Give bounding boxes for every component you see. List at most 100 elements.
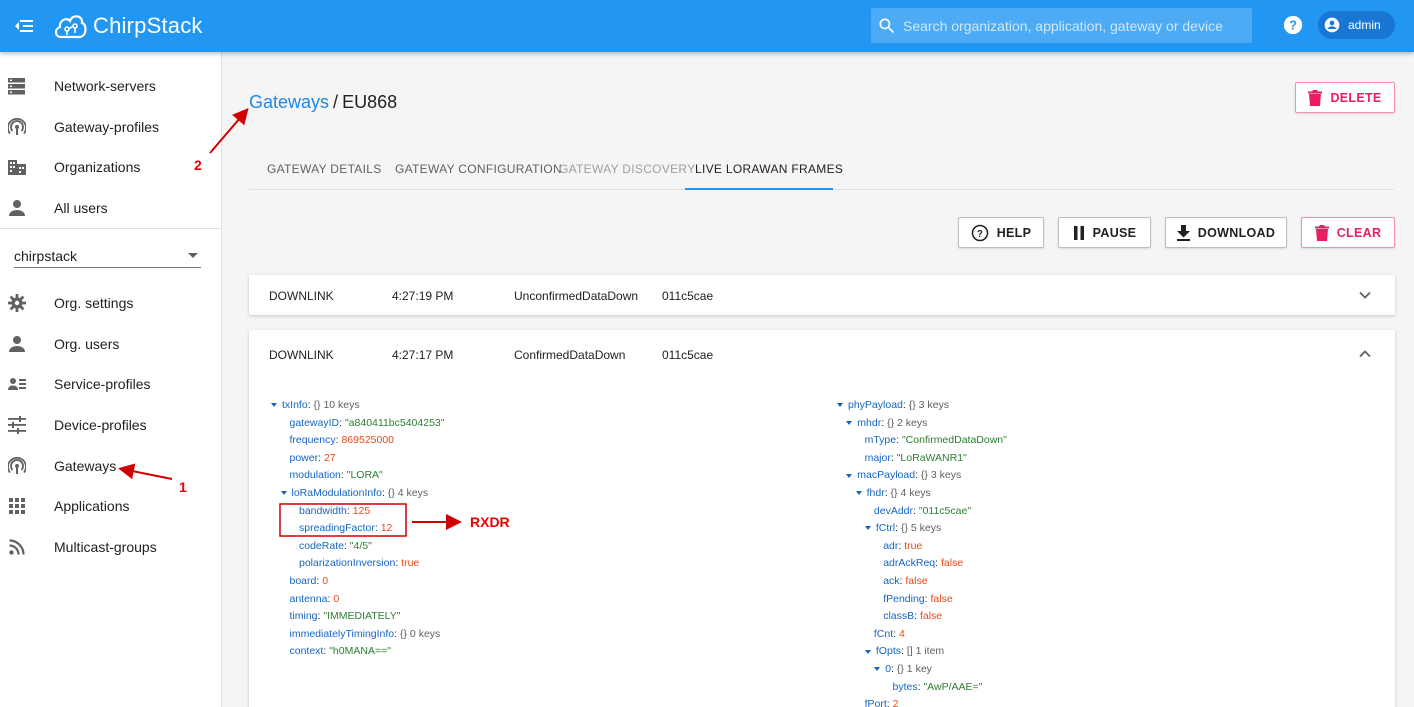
expand-triangle-icon[interactable] bbox=[837, 403, 843, 408]
sidebar-item-gateway-profiles[interactable]: Gateway-profiles bbox=[0, 107, 221, 147]
tab-gateway-details[interactable]: GATEWAY DETAILS bbox=[267, 162, 382, 176]
json-node[interactable]: txInfo: {} 10 keys bbox=[271, 397, 360, 415]
chevron-up-icon[interactable] bbox=[1359, 348, 1371, 360]
sidebar-item-org-users[interactable]: Org. users bbox=[0, 324, 221, 364]
sidebar-item-all-users[interactable]: All users bbox=[0, 188, 221, 228]
help-button[interactable]: ? HELP bbox=[958, 217, 1044, 248]
json-node[interactable]: fhdr: {} 4 keys bbox=[855, 485, 931, 503]
json-key: bytes bbox=[892, 680, 918, 693]
expand-triangle-icon[interactable] bbox=[855, 491, 862, 496]
json-node[interactable]: fCtrl: {} 5 keys bbox=[864, 520, 942, 538]
json-key: fPort bbox=[864, 698, 887, 707]
frame-type: UnconfirmedDataDown bbox=[514, 289, 639, 303]
json-node[interactable]: fOpts: [] 1 item bbox=[864, 643, 944, 661]
search-input[interactable] bbox=[903, 17, 1243, 34]
download-button-label: DOWNLOAD bbox=[1197, 225, 1276, 240]
frame-row[interactable]: DOWNLINK 4:27:19 PM UnconfirmedDataDown … bbox=[249, 275, 1395, 315]
json-key: spreadingFactor bbox=[299, 522, 375, 535]
json-value: "IMMEDIATELY" bbox=[323, 610, 401, 623]
sidebar-item-label: Gateway-profiles bbox=[54, 119, 160, 135]
json-key: macPayload bbox=[857, 469, 916, 482]
sidebar-item-network-servers[interactable]: Network-servers bbox=[0, 66, 221, 106]
json-key: fhdr bbox=[866, 487, 885, 499]
download-icon bbox=[1176, 224, 1190, 241]
delete-button[interactable]: DELETE bbox=[1295, 82, 1395, 113]
json-key: bandwidth bbox=[299, 504, 347, 517]
json-key: fPending bbox=[883, 592, 925, 605]
json-node: power: 27 bbox=[289, 451, 336, 464]
json-value: 12 bbox=[380, 522, 393, 535]
svg-text:?: ? bbox=[1289, 18, 1297, 33]
json-node: bandwidth: 125 bbox=[299, 504, 371, 517]
frame-row-header[interactable]: DOWNLINK 4:27:19 PM UnconfirmedDataDown … bbox=[249, 275, 1395, 315]
frame-devaddr: 011c5cae bbox=[662, 289, 714, 303]
json-value: "ConfirmedDataDown" bbox=[901, 434, 1007, 447]
expand-triangle-icon[interactable] bbox=[271, 403, 277, 408]
json-key: gatewayID bbox=[289, 416, 340, 429]
json-meta: {} 5 keys bbox=[900, 522, 942, 535]
json-node[interactable]: phyPayload: {} 3 keys bbox=[837, 397, 949, 415]
tab-gateway-configuration[interactable]: GATEWAY CONFIGURATION bbox=[395, 162, 562, 176]
pause-button[interactable]: PAUSE bbox=[1058, 217, 1151, 248]
sidebar: Network-servers Gateway-profiles Organiz… bbox=[0, 52, 222, 707]
expand-triangle-icon[interactable] bbox=[874, 667, 881, 672]
sidebar-item-service-profiles[interactable]: Service-profiles bbox=[0, 364, 221, 404]
json-value: "a840411bc5404253" bbox=[344, 416, 445, 429]
frame-row-header[interactable]: DOWNLINK 4:27:17 PM ConfirmedDataDown 01… bbox=[249, 334, 1395, 374]
json-key: codeRate bbox=[299, 539, 344, 552]
json-value: 125 bbox=[352, 504, 371, 517]
sidebar-item-multicast-groups[interactable]: Multicast-groups bbox=[0, 527, 221, 567]
breadcrumb-gateways-link[interactable]: Gateways bbox=[249, 92, 329, 112]
json-node: context: "h0MANA==" bbox=[289, 645, 391, 658]
expand-triangle-icon[interactable] bbox=[846, 420, 853, 425]
json-node[interactable]: macPayload: {} 3 keys bbox=[846, 467, 961, 485]
sidebar-item-org-settings[interactable]: Org. settings bbox=[0, 283, 221, 323]
sidebar-item-device-profiles[interactable]: Device-profiles bbox=[0, 405, 221, 445]
frame-direction: DOWNLINK bbox=[269, 289, 334, 303]
json-node: board: 0 bbox=[289, 575, 329, 587]
main-content: Gateways / EU868 DELETE GATEWAY DETAILS GA… bbox=[222, 52, 1414, 707]
person-icon bbox=[9, 200, 25, 216]
frame-type: ConfirmedDataDown bbox=[514, 348, 626, 362]
sidebar-item-label: Organizations bbox=[54, 159, 141, 175]
json-key: frequency bbox=[289, 434, 336, 447]
sidebar-item-organizations[interactable]: Organizations bbox=[0, 147, 221, 187]
chirpstack-logo[interactable]: ChirpStack bbox=[52, 8, 203, 44]
json-key: antenna bbox=[289, 592, 328, 605]
clear-button[interactable]: CLEAR bbox=[1301, 217, 1395, 248]
json-value: true bbox=[904, 539, 923, 552]
json-meta: {} 1 key bbox=[896, 663, 932, 675]
menu-collapse-icon[interactable] bbox=[12, 14, 36, 38]
json-value: true bbox=[401, 557, 420, 570]
organization-select-value: chirpstack bbox=[14, 248, 78, 264]
json-key: timing bbox=[289, 610, 318, 623]
json-key: major bbox=[864, 451, 891, 464]
json-node: adrAckReq: false bbox=[883, 557, 964, 570]
json-node: major: "LoRaWANR1" bbox=[864, 451, 967, 464]
sidebar-item-gateways[interactable]: Gateways bbox=[0, 446, 221, 486]
expand-triangle-icon[interactable] bbox=[280, 491, 287, 496]
antenna-icon bbox=[8, 457, 26, 474]
expand-triangle-icon[interactable] bbox=[846, 473, 853, 478]
tab-live-lorawan-frames[interactable]: LIVE LORAWAN FRAMES bbox=[695, 162, 843, 176]
tab-gateway-discovery[interactable]: GATEWAY DISCOVERY bbox=[559, 162, 695, 176]
sidebar-item-label: Org. settings bbox=[54, 295, 134, 311]
json-key: mType bbox=[864, 434, 897, 447]
json-meta: {} 3 keys bbox=[920, 469, 962, 482]
sidebar-item-label: Applications bbox=[54, 498, 130, 514]
organization-select[interactable]: chirpstack bbox=[14, 240, 201, 268]
json-value: false bbox=[930, 592, 953, 605]
download-button[interactable]: DOWNLOAD bbox=[1165, 217, 1287, 248]
json-node[interactable]: mhdr: {} 2 keys bbox=[846, 415, 927, 433]
chevron-down-icon[interactable] bbox=[1359, 289, 1371, 301]
user-menu-chip[interactable]: admin bbox=[1318, 11, 1395, 39]
help-icon[interactable]: ? bbox=[1282, 14, 1304, 36]
json-node[interactable]: 0: {} 1 key bbox=[874, 661, 932, 679]
json-node[interactable]: loRaModulationInfo: {} 4 keys bbox=[280, 485, 428, 503]
search-bar[interactable] bbox=[871, 8, 1252, 43]
expand-triangle-icon[interactable] bbox=[864, 649, 871, 654]
expand-triangle-icon[interactable] bbox=[864, 526, 871, 531]
sidebar-item-applications[interactable]: Applications bbox=[0, 486, 221, 526]
gear-icon bbox=[8, 294, 26, 312]
json-node: gatewayID: "a840411bc5404253" bbox=[289, 416, 445, 429]
